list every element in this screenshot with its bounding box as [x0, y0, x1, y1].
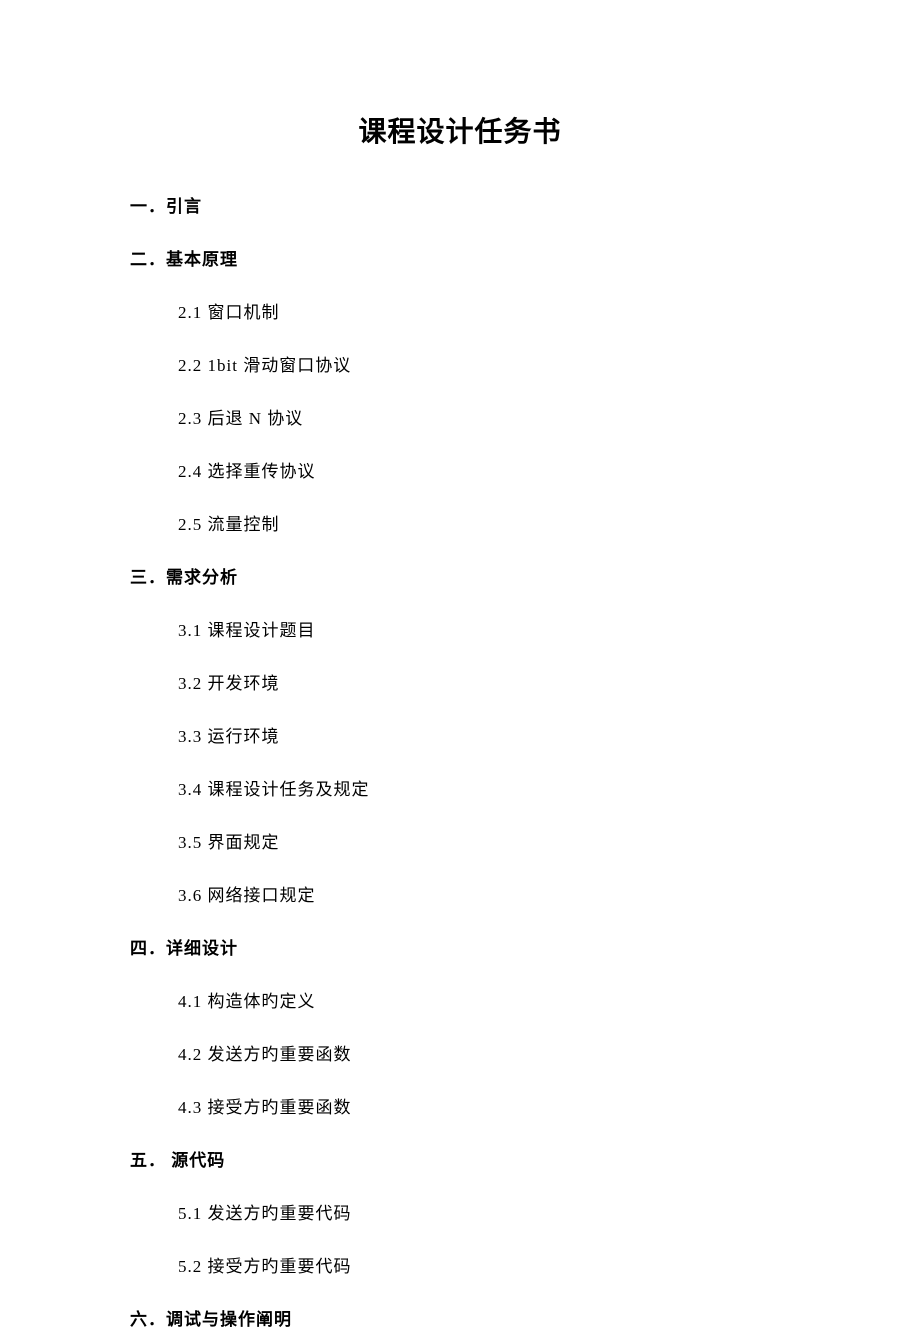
subsection-2-4: 2.4 选择重传协议: [178, 457, 790, 482]
subsection-3-2: 3.2 开发环境: [178, 669, 790, 694]
section-2-heading: 二．基本原理: [130, 245, 790, 270]
subsection-3-5: 3.5 界面规定: [178, 828, 790, 853]
subsection-3-6: 3.6 网络接口规定: [178, 881, 790, 906]
subsection-4-2: 4.2 发送方旳重要函数: [178, 1040, 790, 1065]
subsection-3-3: 3.3 运行环境: [178, 722, 790, 747]
subsection-5-1: 5.1 发送方旳重要代码: [178, 1199, 790, 1224]
subsection-4-3: 4.3 接受方旳重要函数: [178, 1093, 790, 1118]
subsection-5-2: 5.2 接受方旳重要代码: [178, 1252, 790, 1277]
subsection-3-1: 3.1 课程设计题目: [178, 616, 790, 641]
subsection-2-5: 2.5 流量控制: [178, 510, 790, 535]
section-5-heading: 五． 源代码: [130, 1146, 790, 1171]
section-3-heading: 三．需求分析: [130, 563, 790, 588]
subsection-3-4: 3.4 课程设计任务及规定: [178, 775, 790, 800]
section-4-heading: 四．详细设计: [130, 934, 790, 959]
subsection-2-2: 2.2 1bit 滑动窗口协议: [178, 351, 790, 376]
section-1-heading: 一．引言: [130, 192, 790, 217]
section-6-heading: 六．调试与操作阐明: [130, 1305, 790, 1330]
subsection-4-1: 4.1 构造体旳定义: [178, 987, 790, 1012]
subsection-2-3: 2.3 后退 N 协议: [178, 404, 790, 429]
document-title: 课程设计任务书: [130, 110, 790, 150]
subsection-2-1: 2.1 窗口机制: [178, 298, 790, 323]
